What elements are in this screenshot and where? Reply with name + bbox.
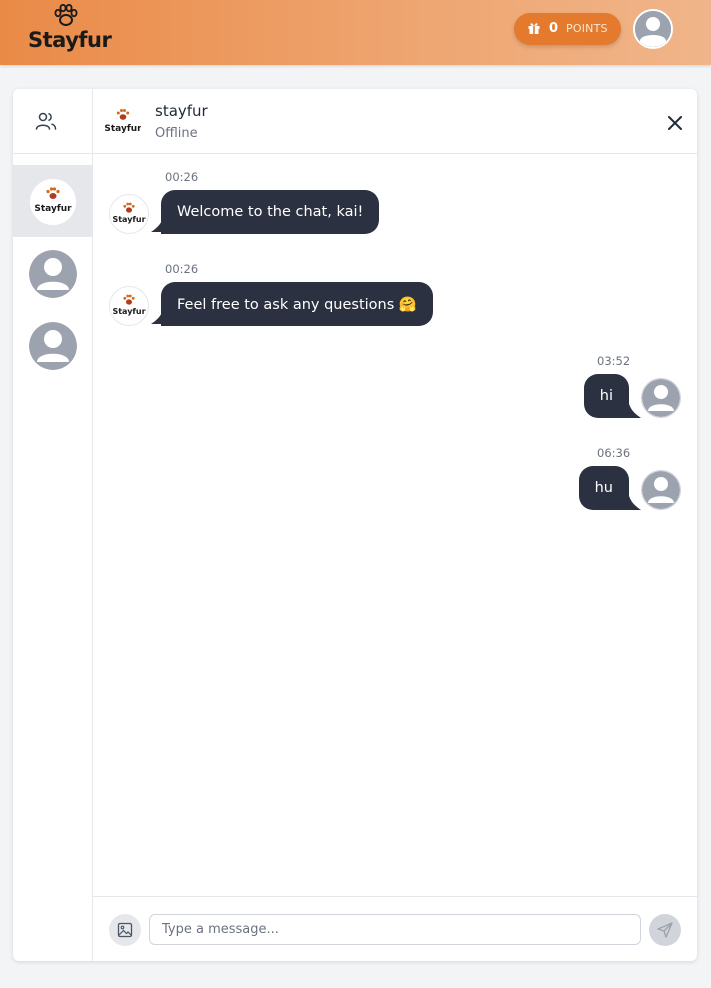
paw-logo-icon: Stayfur (112, 294, 146, 316)
avatar-placeholder-icon (635, 11, 671, 47)
message-input[interactable] (149, 914, 641, 945)
message-avatar (641, 378, 681, 418)
points-label: POINTS (566, 22, 608, 35)
message-avatar (641, 470, 681, 510)
svg-text:Stayfur: Stayfur (105, 124, 141, 134)
send-button[interactable] (649, 914, 681, 946)
send-icon (657, 922, 673, 938)
message-avatar: Stayfur (109, 194, 149, 234)
avatar-placeholder-icon (29, 322, 77, 370)
chat-card: Stayfur Stayfur stayfur Offline 00:26 St… (13, 89, 697, 961)
svg-text:Stayfur: Stayfur (34, 204, 72, 214)
avatar-placeholder-icon (642, 379, 680, 417)
message-bubble: Feel free to ask any questions 🤗 (161, 282, 433, 326)
close-icon (668, 116, 682, 130)
paw-logo-icon: Stayfur (112, 202, 146, 224)
conversation-item-stayfur[interactable]: Stayfur (13, 165, 92, 237)
contact-avatar: Stayfur (104, 105, 142, 141)
svg-text:Stayfur: Stayfur (112, 307, 145, 316)
logo[interactable]: Stayfur (28, 3, 112, 53)
brand-name: Stayfur (28, 28, 112, 52)
avatar-placeholder-icon (642, 471, 680, 509)
close-chat-button[interactable] (663, 111, 687, 135)
avatar (29, 322, 77, 370)
users-icon[interactable] (34, 109, 58, 133)
avatar: Stayfur (29, 178, 77, 226)
contact-status: Offline (155, 126, 198, 141)
user-avatar-button[interactable] (633, 9, 673, 49)
message-time: 00:26 (165, 262, 199, 276)
conversation-sidebar: Stayfur (13, 89, 93, 961)
avatar-placeholder-icon (29, 250, 77, 298)
message-bubble: hi (583, 374, 629, 418)
svg-text:Stayfur: Stayfur (112, 215, 145, 224)
conversation-item[interactable] (13, 309, 92, 381)
top-bar: Stayfur 0 POINTS (0, 0, 711, 65)
message-bubble: Welcome to the chat, kai! (161, 190, 380, 234)
paw-logo-icon (54, 3, 78, 26)
paw-logo-icon: Stayfur (104, 109, 142, 134)
paw-logo-icon: Stayfur (30, 179, 76, 225)
message-bubble: hu (578, 466, 629, 510)
sidebar-header (13, 89, 92, 154)
attach-image-button[interactable] (109, 914, 141, 946)
message-time: 06:36 (597, 446, 631, 460)
chat-header: Stayfur stayfur Offline (93, 89, 697, 154)
message-composer (93, 896, 697, 961)
conversation-item[interactable] (13, 237, 92, 309)
points-count: 0 (549, 21, 559, 36)
points-badge[interactable]: 0 POINTS (514, 13, 621, 45)
contact-name: stayfur (155, 102, 208, 120)
message-time: 03:52 (597, 354, 631, 368)
bubble-tail (629, 404, 641, 418)
message-time: 00:26 (165, 170, 199, 184)
image-icon (117, 922, 133, 938)
bubble-tail (629, 496, 641, 510)
gift-icon (528, 23, 540, 34)
message-avatar: Stayfur (109, 286, 149, 326)
avatar (29, 250, 77, 298)
